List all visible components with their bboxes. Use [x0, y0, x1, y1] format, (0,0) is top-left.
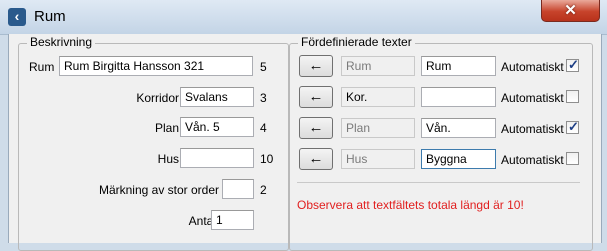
building-auto-checkbox[interactable]	[566, 152, 579, 165]
building-max: 10	[260, 152, 274, 166]
large-order-input[interactable]	[222, 179, 254, 199]
check-mark-icon: ✓	[568, 57, 579, 72]
room-source-field: Rum	[341, 56, 415, 76]
apply-floor-button[interactable]: ←	[299, 117, 333, 139]
room-input[interactable]: Rum Birgitta Hansson 321	[59, 56, 253, 76]
floor-source-field: Plan	[341, 118, 415, 138]
quantity-input[interactable]: 1	[211, 210, 254, 230]
divider	[297, 182, 580, 183]
floor-input[interactable]: Vån. 5	[180, 117, 254, 137]
left-arrow-icon: ←	[308, 88, 324, 105]
room-auto-label: Automatiskt	[501, 60, 564, 74]
description-group: Beskrivning Rum Rum Birgitta Hansson 321…	[18, 35, 289, 251]
large-order-max: 2	[260, 183, 267, 197]
room-auto-checkbox[interactable]: ✓	[566, 57, 579, 72]
floor-label: Plan	[154, 121, 179, 135]
close-button[interactable]: ✕	[541, 0, 600, 22]
corridor-source-field: Kor.	[341, 87, 415, 107]
building-input[interactable]	[180, 148, 254, 168]
floor-text-input[interactable]: Vån.	[421, 118, 496, 138]
room-text-input[interactable]: Rum	[421, 56, 496, 76]
predefined-texts-group: Fördefinierade texter ← Rum Rum Automati…	[289, 35, 593, 251]
description-group-title: Beskrivning	[27, 35, 96, 49]
apply-building-button[interactable]: ←	[299, 148, 333, 170]
close-icon: ✕	[564, 2, 577, 19]
floor-auto-label: Automatiskt	[501, 122, 564, 136]
check-mark-icon: ✓	[568, 119, 579, 134]
room-label: Rum	[29, 60, 55, 74]
left-arrow-icon: ←	[308, 119, 324, 136]
quantity-label: Antal	[188, 214, 216, 228]
predefined-group-title: Fördefinierade texter	[298, 35, 415, 49]
length-warning: Observera att textfältets totala längd ä…	[297, 198, 524, 212]
building-label: Hus	[157, 152, 179, 166]
corridor-input[interactable]: Svalans	[180, 87, 254, 107]
left-arrow-icon: ←	[308, 57, 324, 74]
apply-room-button[interactable]: ←	[299, 55, 333, 77]
window-title: Rum	[34, 8, 66, 25]
corridor-max: 3	[260, 91, 267, 105]
left-arrow-icon: ←	[308, 150, 324, 167]
building-auto-label: Automatiskt	[501, 153, 564, 167]
floor-max: 4	[260, 121, 267, 135]
building-text-input[interactable]: Byggna	[421, 149, 496, 169]
building-source-field: Hus	[341, 149, 415, 169]
room-max: 5	[260, 60, 267, 74]
title-bar: ‹ Rum ✕	[0, 0, 607, 35]
apply-corridor-button[interactable]: ←	[299, 86, 333, 108]
corridor-text-input[interactable]	[421, 87, 496, 107]
corridor-label: Korridor	[136, 91, 179, 105]
floor-auto-checkbox[interactable]: ✓	[566, 119, 579, 134]
back-arrow-icon[interactable]: ‹	[8, 8, 26, 26]
dialog-content: Beskrivning Rum Rum Birgitta Hansson 321…	[8, 34, 602, 251]
corridor-auto-label: Automatiskt	[501, 91, 564, 105]
large-order-label: Märkning av stor order	[98, 183, 219, 197]
corridor-auto-checkbox[interactable]	[566, 90, 579, 103]
